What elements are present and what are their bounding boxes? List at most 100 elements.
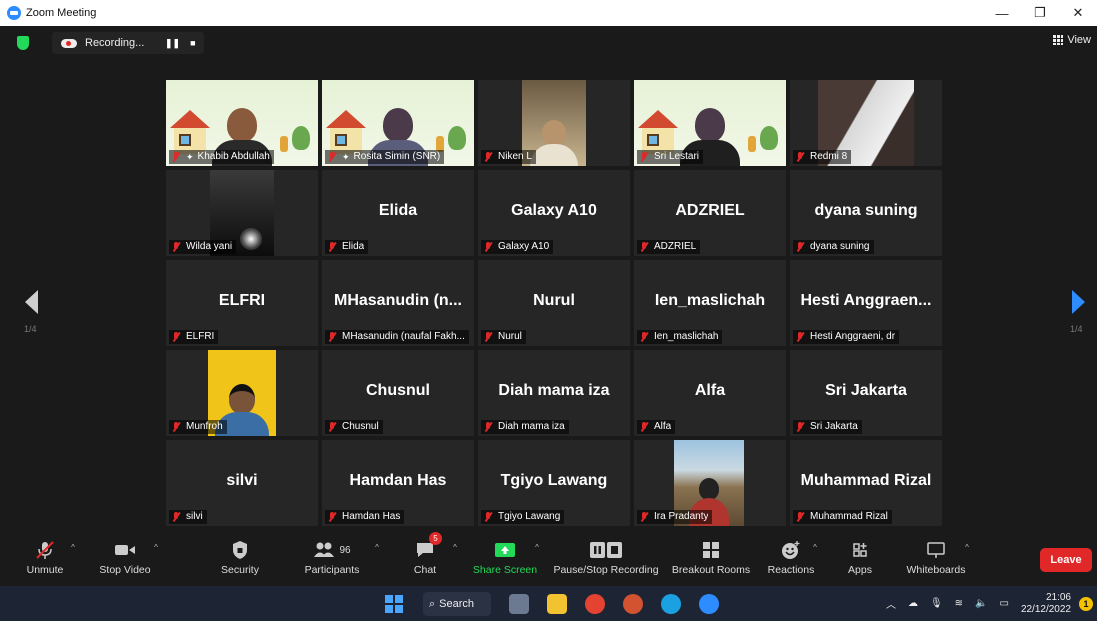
participant-display-name: Muhammad Rizal <box>800 472 932 489</box>
participant-name: Ira Pradanty <box>654 511 709 522</box>
zoom-taskbar-icon[interactable] <box>699 594 719 614</box>
chat-button[interactable]: 5 Chat <box>410 532 442 586</box>
muted-mic-icon <box>171 332 181 342</box>
participant-display-name: ADZRIEL <box>675 202 745 219</box>
file-explorer-icon[interactable] <box>547 594 567 614</box>
minimize-button[interactable]: — <box>983 0 1021 26</box>
security-button[interactable]: Security <box>218 536 262 586</box>
participant-tile[interactable]: Alfa Alfa <box>634 350 786 436</box>
muted-mic-icon <box>327 332 337 342</box>
battery-icon[interactable]: ▭ <box>999 598 1008 609</box>
security-label: Security <box>221 564 259 576</box>
participant-tile[interactable]: ✦ Rosita Simin (SNR) <box>322 80 474 166</box>
participant-tile[interactable]: Hesti Anggraen... Hesti Anggraeni, dr <box>790 260 942 346</box>
breakout-rooms-label: Breakout Rooms <box>671 564 751 576</box>
stop-video-button[interactable]: Stop Video <box>96 536 154 586</box>
breakout-rooms-button[interactable]: Breakout Rooms <box>672 536 750 586</box>
cloud-recording-icon <box>61 38 77 48</box>
unmute-label: Unmute <box>26 564 64 576</box>
task-view-icon[interactable] <box>509 594 529 614</box>
participant-tile[interactable]: Sri Lestari <box>634 80 786 166</box>
participant-tile[interactable]: ✦ Khabib Abdullah <box>166 80 318 166</box>
participant-tile[interactable]: Sri Jakarta Sri Jakarta <box>790 350 942 436</box>
restore-button[interactable]: ❐ <box>1021 0 1059 26</box>
chat-caret-icon[interactable]: ^ <box>453 543 457 552</box>
muted-mic-icon <box>171 242 181 252</box>
onedrive-cloud-icon[interactable]: ☁ <box>908 598 918 609</box>
participant-tile[interactable]: Muhammad Rizal Muhammad Rizal <box>790 440 942 526</box>
tray-overflow-icon[interactable]: ︿ <box>886 596 896 611</box>
stop-video-label: Stop Video <box>99 564 151 576</box>
participant-tile[interactable]: Galaxy A10 Galaxy A10 <box>478 170 630 256</box>
participant-name: ELFRI <box>186 331 215 342</box>
whiteboards-caret-icon[interactable]: ^ <box>965 543 969 552</box>
participant-tile[interactable]: ADZRIEL ADZRIEL <box>634 170 786 256</box>
participant-tile[interactable]: Niken L <box>478 80 630 166</box>
pause-recording-icon[interactable]: ❚❚ <box>165 38 180 49</box>
muted-mic-icon <box>639 422 649 432</box>
chrome-icon[interactable] <box>585 594 605 614</box>
reactions-caret-icon[interactable]: ^ <box>813 543 817 552</box>
participant-name: Wilda yani <box>186 241 233 252</box>
participants-button[interactable]: 96 Participants <box>300 536 364 586</box>
participant-tile[interactable]: Hamdan Has Hamdan Has <box>322 440 474 526</box>
pin-icon: ✦ <box>342 152 350 162</box>
participants-count: 96 <box>339 544 351 556</box>
muted-mic-icon <box>639 242 649 252</box>
security-shield-icon <box>233 541 247 559</box>
apps-button[interactable]: Apps <box>846 536 874 586</box>
taskbar-clock[interactable]: 21:06 22/12/2022 <box>1021 592 1071 616</box>
participant-tile[interactable]: dyana suning dyana suning <box>790 170 942 256</box>
powerpoint-icon[interactable] <box>623 594 643 614</box>
view-button[interactable]: View <box>1053 34 1091 46</box>
participant-tile[interactable]: silvi silvi <box>166 440 318 526</box>
muted-mic-icon <box>639 332 649 342</box>
taskbar-search[interactable]: ⌕ Search <box>423 592 491 616</box>
volume-icon[interactable]: 🔈 <box>975 598 987 609</box>
muted-mic-icon <box>327 152 337 162</box>
participant-display-name: Galaxy A10 <box>511 202 597 219</box>
share-screen-caret-icon[interactable]: ^ <box>535 543 539 552</box>
chat-label: Chat <box>413 564 437 576</box>
participant-name: Diah mama iza <box>498 421 565 432</box>
chat-unread-badge: 5 <box>429 532 442 545</box>
stop-recording-icon[interactable]: ■ <box>190 38 195 48</box>
previous-page-arrow-icon[interactable] <box>22 288 42 316</box>
video-options-caret-icon[interactable]: ^ <box>154 543 158 552</box>
pause-stop-recording-button[interactable]: Pause/Stop Recording <box>553 536 659 586</box>
participant-tile[interactable]: Munfroh <box>166 350 318 436</box>
participant-name-label: Niken L <box>481 150 536 164</box>
participant-name: Sri Lestari <box>654 151 700 162</box>
encryption-shield-icon[interactable] <box>17 36 29 50</box>
participant-tile[interactable]: ELFRI ELFRI <box>166 260 318 346</box>
participant-tile[interactable]: Ira Pradanty <box>634 440 786 526</box>
audio-options-caret-icon[interactable]: ^ <box>71 543 75 552</box>
participant-tile[interactable]: Wilda yani <box>166 170 318 256</box>
participant-tile[interactable]: Tgiyo Lawang Tgiyo Lawang <box>478 440 630 526</box>
participant-name-label: Alfa <box>637 420 676 434</box>
tray-mic-icon[interactable]: 🎙 <box>930 598 943 609</box>
participant-tile[interactable]: Nurul Nurul <box>478 260 630 346</box>
participant-name-label: Elida <box>325 240 369 254</box>
leave-button[interactable]: Leave <box>1040 548 1092 572</box>
unmute-button[interactable]: Unmute <box>22 536 68 586</box>
reactions-button[interactable]: Reactions <box>768 536 814 586</box>
participant-tile[interactable]: MHasanudin (n... MHasanudin (naufal Fakh.… <box>322 260 474 346</box>
participants-caret-icon[interactable]: ^ <box>375 543 379 552</box>
notification-badge[interactable]: 1 <box>1079 596 1093 611</box>
wifi-icon[interactable]: ≋ <box>955 598 963 609</box>
participant-tile[interactable]: Redmi 8 <box>790 80 942 166</box>
muted-mic-icon <box>483 152 493 162</box>
participant-name: Tgiyo Lawang <box>498 511 561 522</box>
close-button[interactable]: ✕ <box>1059 0 1097 26</box>
whiteboards-button[interactable]: Whiteboards <box>904 536 968 586</box>
participant-tile[interactable]: Chusnul Chusnul <box>322 350 474 436</box>
participant-tile[interactable]: Elida Elida <box>322 170 474 256</box>
share-screen-button[interactable]: Share Screen <box>473 536 537 586</box>
windows-start-icon[interactable] <box>385 595 403 613</box>
zoom-logo-icon <box>7 6 21 20</box>
next-page-arrow-icon[interactable] <box>1068 288 1088 316</box>
participant-tile[interactable]: Ien_maslichah Ien_maslichah <box>634 260 786 346</box>
participant-tile[interactable]: Diah mama iza Diah mama iza <box>478 350 630 436</box>
edge-icon[interactable] <box>661 594 681 614</box>
